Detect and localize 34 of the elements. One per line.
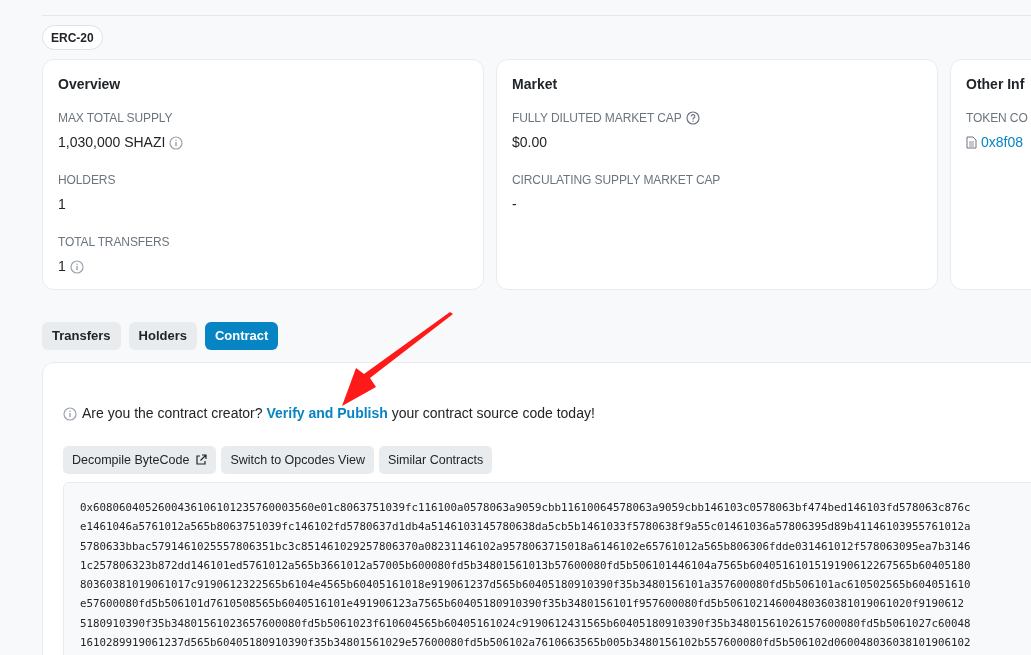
field-label: HOLDERS	[58, 172, 116, 189]
bytecode-line: 5180910390f35b34801561023657600080fd5b5061023f610604565b60405161024c9190612431565b60405180910390f35b34801561026157600080fd5b5061027c60048	[80, 615, 971, 632]
field-value: 1	[58, 257, 66, 276]
verify-publish-link[interactable]: Verify and Publish	[266, 405, 388, 421]
card-title: Other Inf	[966, 75, 1026, 94]
field-label: FULLY DILUTED MARKET CAP	[512, 110, 682, 127]
field-label: TOTAL TRANSFERS	[58, 234, 170, 251]
field-value: $0.00	[512, 133, 548, 152]
tab[interactable]: Transfers	[42, 322, 121, 350]
verify-notice: Are you the contract creator? Verify and Publish your contract source code today!	[82, 404, 595, 423]
action-button[interactable]: Similar Contracts	[379, 446, 493, 474]
contract-address-link[interactable]: 0x8f08	[981, 132, 1024, 153]
tab[interactable]: Holders	[128, 322, 197, 350]
card-title: Overview	[58, 75, 122, 94]
bytecode-line: 1c257806323b872dd146101ed5761012a565b3661012a57005b600080fd5b34801561013b57600080fd5b506101446104a7565b6040516101519190612267565b60405180	[80, 557, 971, 574]
field-label: TOKEN CO	[966, 110, 1028, 127]
field-value: -	[512, 195, 517, 214]
field-label: MAX TOTAL SUPPLY	[58, 110, 173, 127]
bytecode-line: 0x6080604052600436106101235760003560e01c8063751039fc116100a0578063a9059cbb11610064578063a9059cbb146103c0578063bf474bed146103fd578063c876c	[80, 500, 971, 516]
bytecode-line: 80360381019061017c9190612322565b6104e4565b60405161018e919061237d565b60405180910390f35b3480156101a357600080fd5b506101ac610502565b604051610	[80, 577, 971, 594]
bytecode-line: e57600080fd5b506101d7610508565b6040516101e491906123a7565b60405180910390f35b3480156101f957600080fd5b50610214600480360381019061020f9190612	[80, 596, 965, 613]
action-button[interactable]: Switch to Opcodes View	[221, 446, 374, 474]
field-label: CIRCULATING SUPPLY MARKET CAP	[512, 172, 721, 189]
action-button[interactable]: Decompile ByteCode	[63, 446, 217, 474]
bytecode-line: 1610289919061237d565b60405180910390f35b34801561029e57600080fd5b506102a7610663565b005b3480156102b557600080fd5b506102d060048036038101906102	[80, 635, 971, 652]
bytecode-line: e1461046a5761012a565b8063751039fc146102fd5780637d1db4a5146103145780638da5cb5b1461033f5780638f9a55c01461036a57806395d89b41146103955761012a	[80, 519, 971, 536]
bytecode-line: 5780633bbac5791461025557806351bc3c851461029257806370a08231146102a9578063715018a6146102e65761012a565b806306fdde031461012f578063095ea7b3146	[80, 538, 971, 555]
field-value: 1	[58, 195, 66, 214]
token-standard-badge: ERC-20	[42, 25, 103, 50]
card-title: Market	[512, 75, 559, 94]
field-value: 1,030,000 SHAZI	[58, 133, 166, 152]
tab[interactable]: Contract	[204, 322, 279, 350]
document-icon	[966, 136, 977, 149]
info-icon	[63, 406, 77, 421]
